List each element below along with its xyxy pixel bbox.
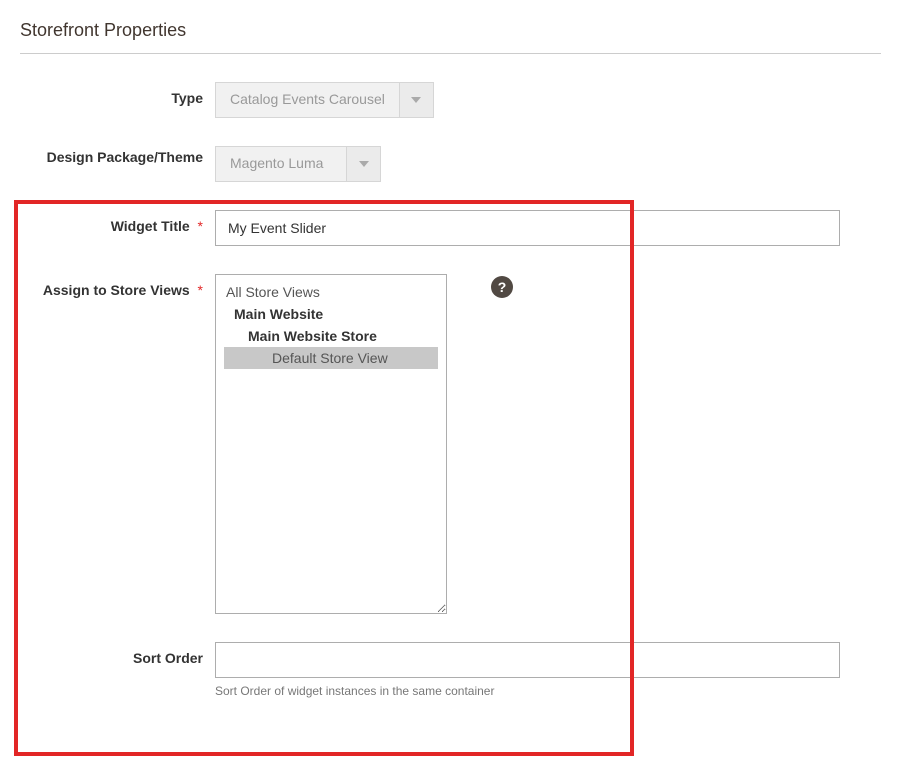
label-theme: Design Package/Theme — [20, 146, 215, 166]
select-type: Catalog Events Carousel — [215, 82, 434, 118]
select-theme: Magento Luma — [215, 146, 381, 182]
label-sort-order: Sort Order — [20, 642, 215, 666]
help-icon[interactable]: ? — [491, 276, 513, 298]
required-indicator: * — [198, 282, 203, 298]
chevron-down-icon — [346, 147, 380, 181]
select-type-value: Catalog Events Carousel — [216, 83, 399, 117]
option-all-store-views[interactable]: All Store Views — [216, 281, 446, 303]
row-type: Type Catalog Events Carousel — [20, 82, 881, 118]
label-type: Type — [20, 82, 215, 106]
row-theme: Design Package/Theme Magento Luma — [20, 146, 881, 182]
row-sort-order: Sort Order Sort Order of widget instance… — [20, 642, 881, 698]
widget-title-input[interactable] — [215, 210, 840, 246]
store-views-multiselect[interactable]: All Store Views Main Website Main Websit… — [215, 274, 447, 614]
row-store-views: Assign to Store Views * All Store Views … — [20, 274, 881, 614]
sort-order-input[interactable] — [215, 642, 840, 678]
label-store-views: Assign to Store Views * — [20, 274, 215, 298]
section-title: Storefront Properties — [20, 20, 881, 54]
option-default-store-view[interactable]: Default Store View — [224, 347, 438, 369]
required-indicator: * — [198, 218, 203, 234]
chevron-down-icon — [399, 83, 433, 117]
select-theme-value: Magento Luma — [216, 147, 346, 181]
option-main-website[interactable]: Main Website — [216, 303, 446, 325]
option-main-website-store[interactable]: Main Website Store — [216, 325, 446, 347]
sort-order-note: Sort Order of widget instances in the sa… — [215, 684, 494, 698]
row-widget-title: Widget Title * — [20, 210, 881, 246]
label-widget-title: Widget Title * — [20, 210, 215, 234]
